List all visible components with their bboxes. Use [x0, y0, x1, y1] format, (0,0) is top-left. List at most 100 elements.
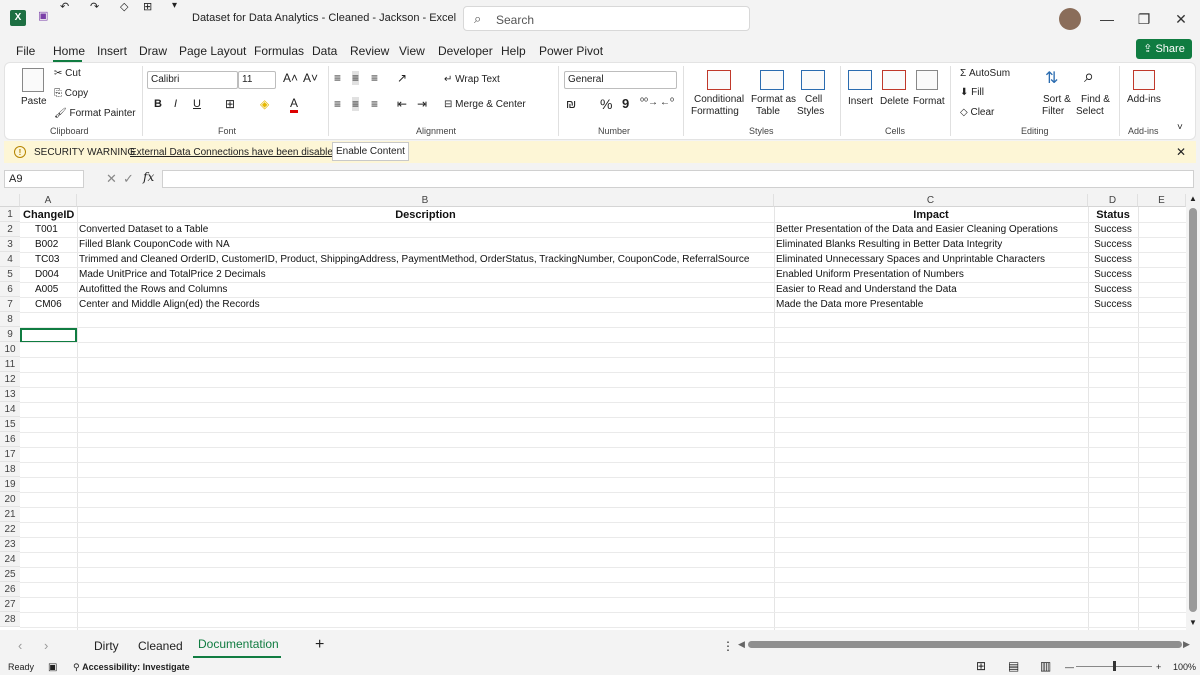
- worksheet-grid[interactable]: A B C D E ChangeID Description Impact St…: [0, 194, 1186, 630]
- cell-status[interactable]: Success: [1088, 299, 1138, 310]
- top-align-icon[interactable]: ≡: [334, 71, 341, 85]
- borders-icon[interactable]: ⊞: [225, 97, 235, 111]
- row-header-22[interactable]: 22: [0, 522, 20, 537]
- horizontal-scroll-thumb[interactable]: [748, 641, 1182, 648]
- cell-impact[interactable]: Made the Data more Presentable: [776, 299, 1086, 310]
- cell-status[interactable]: Success: [1088, 239, 1138, 250]
- row-header-2[interactable]: 2: [0, 222, 20, 237]
- align-center-icon[interactable]: ≡: [352, 97, 360, 111]
- cell-styles-button[interactable]: Cell: [805, 94, 822, 105]
- cell-impact[interactable]: Enabled Uniform Presentation of Numbers: [776, 269, 1086, 280]
- currency-icon[interactable]: ₪: [566, 97, 576, 111]
- column-header-a[interactable]: A: [20, 194, 77, 207]
- quick-access-icon[interactable]: ⊞: [143, 0, 152, 13]
- normal-view-icon[interactable]: ⊞: [976, 659, 986, 673]
- cell-status[interactable]: Success: [1088, 224, 1138, 235]
- cancel-entry-icon[interactable]: ✕: [106, 171, 117, 187]
- clear-button[interactable]: ◇ Clear: [960, 107, 994, 118]
- increase-indent-icon[interactable]: ⇥: [417, 97, 427, 111]
- cell-impact[interactable]: Better Presentation of the Data and Easi…: [776, 224, 1086, 235]
- header-impact[interactable]: Impact: [774, 209, 1088, 221]
- italic-button[interactable]: I: [174, 98, 177, 110]
- scroll-left-icon[interactable]: ◀: [738, 639, 745, 650]
- selected-cell[interactable]: [20, 328, 77, 343]
- vertical-scrollbar[interactable]: ▲ ▼: [1186, 194, 1200, 630]
- row-header-10[interactable]: 10: [0, 342, 20, 357]
- fill-button[interactable]: ⬇ Fill: [960, 87, 984, 98]
- cell-description[interactable]: Center and Middle Align(ed) the Records: [79, 299, 772, 310]
- tab-file[interactable]: File: [16, 44, 35, 58]
- format-cells-button[interactable]: Format: [913, 96, 945, 107]
- column-header-e[interactable]: E: [1138, 194, 1186, 207]
- find-select-button[interactable]: Find &: [1081, 94, 1110, 105]
- avatar[interactable]: [1059, 8, 1081, 30]
- sheet-tab-dirty[interactable]: Dirty: [94, 639, 119, 653]
- prev-sheet-icon[interactable]: ‹: [18, 638, 22, 653]
- font-color-icon[interactable]: A: [290, 96, 299, 113]
- add-ins-icon[interactable]: [1133, 70, 1155, 90]
- tab-page-layout[interactable]: Page Layout: [179, 44, 246, 58]
- format-cells-icon[interactable]: [916, 70, 938, 90]
- insert-function-button[interactable]: fx: [143, 170, 154, 184]
- row-header-16[interactable]: 16: [0, 432, 20, 447]
- paste-icon[interactable]: [22, 68, 44, 92]
- row-header-28[interactable]: 28: [0, 612, 20, 627]
- name-box[interactable]: A9: [4, 170, 84, 188]
- header-status[interactable]: Status: [1088, 209, 1138, 221]
- format-icon[interactable]: ◇: [120, 0, 128, 13]
- restore-icon[interactable]: ❐: [1129, 8, 1159, 30]
- row-header-18[interactable]: 18: [0, 462, 20, 477]
- page-layout-view-icon[interactable]: ▤: [1008, 659, 1019, 673]
- cell-changeid[interactable]: D004: [35, 269, 77, 280]
- macro-record-icon[interactable]: ▣: [48, 662, 57, 673]
- row-header-17[interactable]: 17: [0, 447, 20, 462]
- cut-button[interactable]: ✂ Cut: [54, 68, 81, 79]
- row-header-13[interactable]: 13: [0, 387, 20, 402]
- tab-draw[interactable]: Draw: [139, 44, 167, 58]
- redo-icon[interactable]: ↷: [90, 0, 99, 13]
- collapse-ribbon-icon[interactable]: ˅: [1177, 122, 1183, 133]
- delete-cells-button[interactable]: Delete: [880, 96, 909, 107]
- row-header-11[interactable]: 11: [0, 357, 20, 372]
- add-sheet-button[interactable]: +: [315, 636, 324, 654]
- row-header-20[interactable]: 20: [0, 492, 20, 507]
- row-header-12[interactable]: 12: [0, 372, 20, 387]
- minimize-icon[interactable]: —: [1092, 8, 1122, 30]
- row-header-7[interactable]: 7: [0, 297, 20, 312]
- accessibility-status[interactable]: ⚲ Accessibility: Investigate: [73, 662, 190, 673]
- cell-changeid[interactable]: B002: [35, 239, 77, 250]
- formula-input[interactable]: [162, 170, 1194, 188]
- cell-changeid[interactable]: TC03: [35, 254, 77, 265]
- decrease-indent-icon[interactable]: ⇤: [397, 97, 407, 111]
- sheet-tab-cleaned[interactable]: Cleaned: [138, 639, 183, 653]
- cell-impact[interactable]: Eliminated Unnecessary Spaces and Unprin…: [776, 254, 1086, 265]
- wrap-text-button[interactable]: ↵ Wrap Text: [444, 74, 500, 85]
- font-size-select[interactable]: 11: [238, 71, 276, 89]
- shrink-font-icon[interactable]: A˅: [303, 71, 318, 85]
- row-header-1[interactable]: 1: [0, 207, 20, 222]
- insert-cells-button[interactable]: Insert: [848, 96, 873, 107]
- comma-style-button[interactable]: 9: [622, 96, 629, 111]
- bold-button[interactable]: B: [154, 98, 162, 110]
- more-options-icon[interactable]: ⋮: [722, 639, 734, 653]
- row-header-24[interactable]: 24: [0, 552, 20, 567]
- tab-view[interactable]: View: [399, 44, 425, 58]
- format-as-table-icon[interactable]: [760, 70, 784, 90]
- zoom-in-icon[interactable]: +: [1156, 662, 1161, 672]
- row-header-9[interactable]: 9: [0, 327, 20, 342]
- sort-filter-icon[interactable]: ⇅: [1045, 68, 1058, 88]
- cell-description[interactable]: Autofitted the Rows and Columns: [79, 284, 772, 295]
- cell-description[interactable]: Converted Dataset to a Table: [79, 224, 772, 235]
- merge-center-button[interactable]: ⊟ Merge & Center: [444, 99, 526, 110]
- zoom-slider-thumb[interactable]: [1113, 661, 1116, 671]
- delete-cells-icon[interactable]: [882, 70, 906, 90]
- cell-description[interactable]: Made UnitPrice and TotalPrice 2 Decimals: [79, 269, 772, 280]
- tab-power-pivot[interactable]: Power Pivot: [539, 44, 603, 58]
- bottom-align-icon[interactable]: ≡: [371, 71, 378, 85]
- enable-content-button[interactable]: Enable Content: [332, 142, 409, 161]
- number-format-select[interactable]: General: [564, 71, 677, 89]
- row-header-26[interactable]: 26: [0, 582, 20, 597]
- align-left-icon[interactable]: ≡: [334, 97, 341, 111]
- row-header-27[interactable]: 27: [0, 597, 20, 612]
- next-sheet-icon[interactable]: ›: [44, 638, 48, 653]
